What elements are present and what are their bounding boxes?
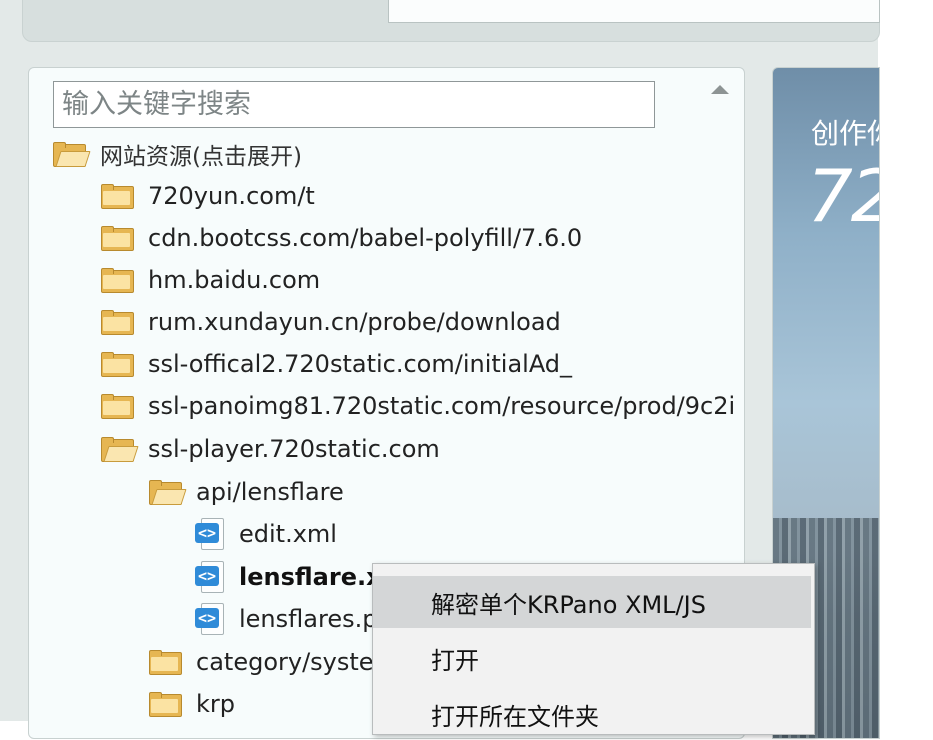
tree-item-player[interactable]: ssl-player.720static.com	[101, 429, 440, 469]
tree-item-label: cdn.bootcss.com/babel-polyfill/7.6.0	[148, 224, 583, 252]
tree-item-720yun[interactable]: 720yun.com/t	[101, 176, 315, 216]
tree-item-label: category/system	[196, 648, 397, 676]
folder-icon	[101, 352, 134, 377]
scroll-up-arrow-icon[interactable]	[711, 85, 729, 94]
tree-item-api-lensflare[interactable]: api/lensflare	[149, 472, 344, 512]
preview-logo-number: 720	[807, 154, 879, 238]
preview-headline: 创作你	[811, 117, 879, 150]
folder-icon	[101, 184, 134, 209]
tree-item-category-system[interactable]: category/system	[149, 642, 397, 682]
tree-item-label: ssl-player.720static.com	[148, 435, 440, 463]
tree-item-baidu[interactable]: hm.baidu.com	[101, 260, 320, 300]
menu-item-label: 打开	[431, 646, 479, 675]
tree-item-label: 720yun.com/t	[148, 182, 315, 210]
menu-item-label: 解密单个KRPano XML/JS	[431, 590, 706, 619]
xml-file-icon: <>	[195, 603, 225, 635]
menu-item-open-folder[interactable]: 打开所在文件夹	[373, 688, 811, 740]
xml-file-icon: <>	[195, 561, 225, 593]
tree-item-offical2[interactable]: ssl-offical2.720static.com/initialAd_	[101, 344, 572, 384]
tree-item-label: ssl-panoimg81.720static.com/resource/pro…	[148, 392, 736, 420]
xml-file-icon: <>	[195, 518, 225, 550]
tree-item-label: ssl-offical2.720static.com/initialAd_	[148, 350, 573, 378]
tree-item-label: krp	[196, 690, 235, 718]
context-menu: 解密单个KRPano XML/JS 打开 打开所在文件夹	[372, 563, 815, 735]
search-input[interactable]	[53, 81, 655, 128]
tree-item-edit-xml[interactable]: <> edit.xml	[195, 514, 337, 554]
tree-item-label: api/lensflare	[196, 478, 344, 506]
tree-item-label: rum.xundayun.cn/probe/download	[148, 308, 561, 336]
tree-item-bootcss[interactable]: cdn.bootcss.com/babel-polyfill/7.6.0	[101, 218, 582, 258]
tree-root-label: 网站资源(点击展开)	[100, 144, 302, 170]
tree-item-label: hm.baidu.com	[148, 266, 321, 294]
folder-icon	[101, 226, 134, 251]
menu-item-decrypt[interactable]: 解密单个KRPano XML/JS	[373, 576, 811, 628]
folder-open-icon	[53, 142, 91, 167]
url-input[interactable]	[388, 0, 880, 23]
tree-item-xundayun[interactable]: rum.xundayun.cn/probe/download	[101, 302, 561, 342]
menu-item-label: 打开所在文件夹	[431, 702, 599, 731]
tree-item-panoimg81[interactable]: ssl-panoimg81.720static.com/resource/pro…	[101, 386, 735, 426]
folder-icon	[149, 692, 182, 717]
folder-open-icon	[149, 480, 187, 505]
folder-icon	[101, 394, 134, 419]
tree-root[interactable]: 网站资源(点击展开)	[53, 134, 302, 174]
tree-item-label: edit.xml	[239, 520, 337, 548]
menu-item-open[interactable]: 打开	[373, 632, 811, 684]
folder-icon	[101, 310, 134, 335]
folder-open-icon	[101, 437, 139, 462]
folder-icon	[149, 650, 182, 675]
tree-item-krp[interactable]: krp	[149, 684, 235, 724]
folder-icon	[101, 268, 134, 293]
